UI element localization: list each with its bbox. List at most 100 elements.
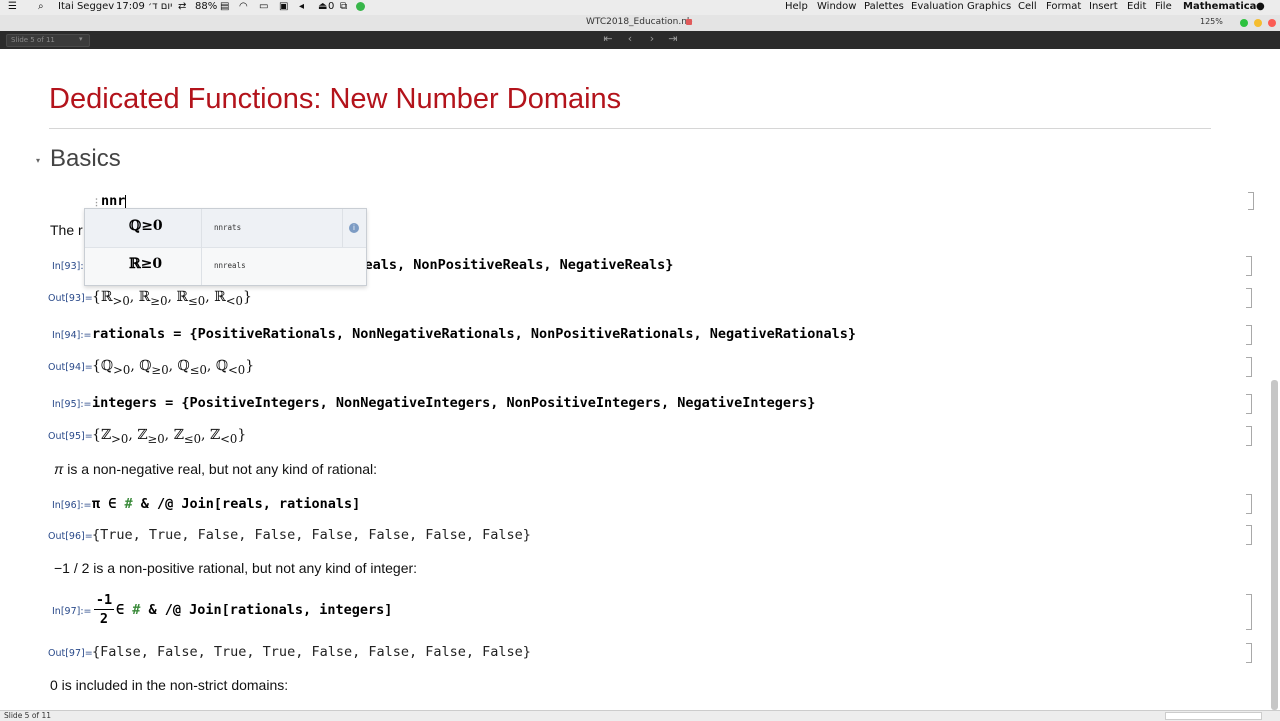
cell-bracket[interactable] — [1246, 594, 1252, 630]
cell-bracket[interactable] — [1248, 192, 1254, 210]
battery-level[interactable]: 88% — [195, 1, 217, 12]
menu-app-name[interactable]: Mathematica — [1183, 1, 1256, 12]
clock[interactable]: 17:09 יום ד׳ — [116, 1, 172, 12]
autocomplete-name: nnreals — [214, 261, 246, 270]
slide-selector-label: Slide 5 of 11 — [11, 36, 55, 44]
autocomplete-item[interactable]: ℚ≥0 nnrats i — [85, 209, 366, 248]
text-cursor — [125, 194, 127, 208]
esc-marker-icon: ⋮ — [92, 198, 101, 208]
window-title: WTC2018_Education.nb — [586, 17, 693, 27]
column-divider — [342, 209, 343, 247]
autocomplete-symbol: ℚ≥0 — [129, 218, 163, 234]
last-slide-icon[interactable]: ⇥ — [665, 32, 681, 46]
cell-bracket[interactable] — [1246, 494, 1252, 514]
menu-edit[interactable]: Edit — [1127, 1, 1146, 12]
info-icon[interactable]: i — [349, 223, 359, 233]
input-label: In[95]:= — [52, 399, 92, 410]
cell-bracket[interactable] — [1246, 288, 1252, 308]
menu-cell[interactable]: Cell — [1018, 1, 1037, 12]
menu-evaluation[interactable]: Evaluation — [911, 1, 964, 12]
input-code[interactable]: π ∈ # & /@ Join[reals, rationals] — [92, 496, 360, 512]
menu-file[interactable]: File — [1155, 1, 1172, 12]
input-label: In[97]:= — [52, 606, 92, 617]
cell-bracket[interactable] — [1246, 525, 1252, 545]
autocomplete-item[interactable]: ℝ≥0 nnreals — [85, 247, 366, 285]
window-title-bar: WTC2018_Education.nb 125% — [0, 15, 1280, 32]
text-cell: 0 is included in the non-strict domains: — [50, 677, 289, 693]
typing-input[interactable]: ⋮nnr — [92, 193, 127, 209]
apple-icon[interactable]: ● — [1256, 1, 1265, 12]
cell-bracket[interactable] — [1246, 394, 1252, 414]
next-slide-icon[interactable]: › — [644, 32, 660, 46]
input-code[interactable]: ∈ # & /@ Join[rationals, integers] — [116, 602, 392, 618]
section-heading: Basics — [50, 145, 121, 172]
output-value: {ℤ>0, ℤ≥0, ℤ≤0, ℤ<0} — [92, 427, 247, 446]
flag-icon[interactable]: ▤ — [220, 1, 229, 12]
typing-input-text: nnr — [101, 193, 126, 209]
output-value: {ℝ>0, ℝ≥0, ℝ≤0, ℝ<0} — [92, 289, 252, 308]
spotlight-icon[interactable]: ⌕ — [38, 1, 44, 12]
fraction-bar — [94, 609, 114, 610]
pi-symbol: π — [54, 461, 64, 477]
output-label: Out[97]= — [48, 648, 93, 659]
output-value: {True, True, False, False, False, False,… — [92, 527, 531, 543]
title-divider — [49, 128, 1211, 129]
minimize-button[interactable] — [1254, 19, 1262, 27]
menu-graphics[interactable]: Graphics — [967, 1, 1011, 12]
section-toggle-icon[interactable]: ▾ — [36, 156, 40, 165]
autocomplete-symbol: ℝ≥0 — [129, 256, 163, 272]
zoom-level[interactable]: 125% — [1200, 17, 1223, 26]
vertical-scrollbar[interactable] — [1271, 380, 1278, 710]
input-label: In[96]:= — [52, 500, 92, 511]
fraction-numerator: -1 — [95, 592, 113, 608]
autocomplete-name: nnrats — [214, 223, 242, 232]
input-code[interactable]: integers = {PositiveIntegers, NonNegativ… — [92, 395, 815, 411]
slideshow-toolbar: Slide 5 of 11 ▾ ⇤ ‹ › ⇥ — [0, 31, 1280, 49]
output-value: {False, False, True, True, False, False,… — [92, 644, 531, 660]
wifi-signal-icon[interactable]: ◠ — [239, 1, 248, 12]
wifi-icon[interactable]: ⇄ — [178, 1, 186, 12]
menu-insert[interactable]: Insert — [1089, 1, 1118, 12]
horizontal-scrollbar[interactable] — [1165, 712, 1262, 720]
input-code[interactable]: iveReals, NonPositiveReals, NegativeReal… — [332, 257, 673, 273]
autocomplete-popup: ℚ≥0 nnrats i ℝ≥0 nnreals — [84, 208, 367, 286]
menu-format[interactable]: Format — [1046, 1, 1081, 12]
input-code[interactable]: rationals = {PositiveRationals, NonNegat… — [92, 326, 856, 342]
slide-selector[interactable]: Slide 5 of 11 ▾ — [6, 34, 90, 47]
status-bar: Slide 5 of 11 — [0, 710, 1280, 721]
slide-title: Dedicated Functions: New Number Domains — [49, 83, 622, 115]
text-cell: π is a non-negative real, but not any ki… — [54, 461, 377, 477]
control-center-icon[interactable]: ☰ — [8, 1, 17, 12]
menu-palettes[interactable]: Palettes — [864, 1, 904, 12]
menu-help[interactable]: Help — [785, 1, 808, 12]
eject-icon[interactable]: ⏏ — [318, 1, 327, 12]
cell-bracket[interactable] — [1246, 357, 1252, 377]
menu-bar: ☰ ⌕ Itai Seggev 17:09 יום ד׳ ⇄ 88% ▤ ◠ ▭… — [0, 0, 1280, 16]
output-label: Out[93]= — [48, 293, 93, 304]
output-label: Out[94]= — [48, 362, 93, 373]
chevron-down-icon: ▾ — [79, 35, 83, 43]
airplay-icon[interactable]: ▭ — [259, 1, 268, 12]
output-label: Out[96]= — [48, 531, 93, 542]
menu-window[interactable]: Window — [817, 1, 856, 12]
partial-text: The r — [50, 222, 83, 238]
sound-icon[interactable]: ◂ — [299, 1, 304, 12]
window-icon[interactable]: ⧉ — [340, 1, 347, 12]
text-cell: −1 / 2 is a non-positive rational, but n… — [54, 560, 418, 576]
maximize-button[interactable] — [1240, 19, 1248, 27]
pi-note-text: is a non-negative real, but not any kind… — [63, 461, 378, 477]
first-slide-icon[interactable]: ⇤ — [600, 32, 616, 46]
cell-bracket[interactable] — [1246, 643, 1252, 663]
previous-slide-icon[interactable]: ‹ — [622, 32, 638, 46]
output-label: Out[95]= — [48, 431, 93, 442]
cell-bracket[interactable] — [1246, 426, 1252, 446]
close-button[interactable] — [1268, 19, 1276, 27]
fraction[interactable]: -1 2 — [94, 592, 114, 627]
user-name[interactable]: Itai Seggev — [58, 1, 114, 12]
cell-bracket[interactable] — [1246, 325, 1252, 345]
cell-bracket[interactable] — [1246, 256, 1252, 276]
modified-indicator-icon — [686, 19, 692, 25]
slide-counter: Slide 5 of 11 — [4, 711, 51, 720]
app-icon[interactable]: ▣ — [279, 1, 288, 12]
output-value: {ℚ>0, ℚ≥0, ℚ≤0, ℚ<0} — [92, 358, 255, 377]
